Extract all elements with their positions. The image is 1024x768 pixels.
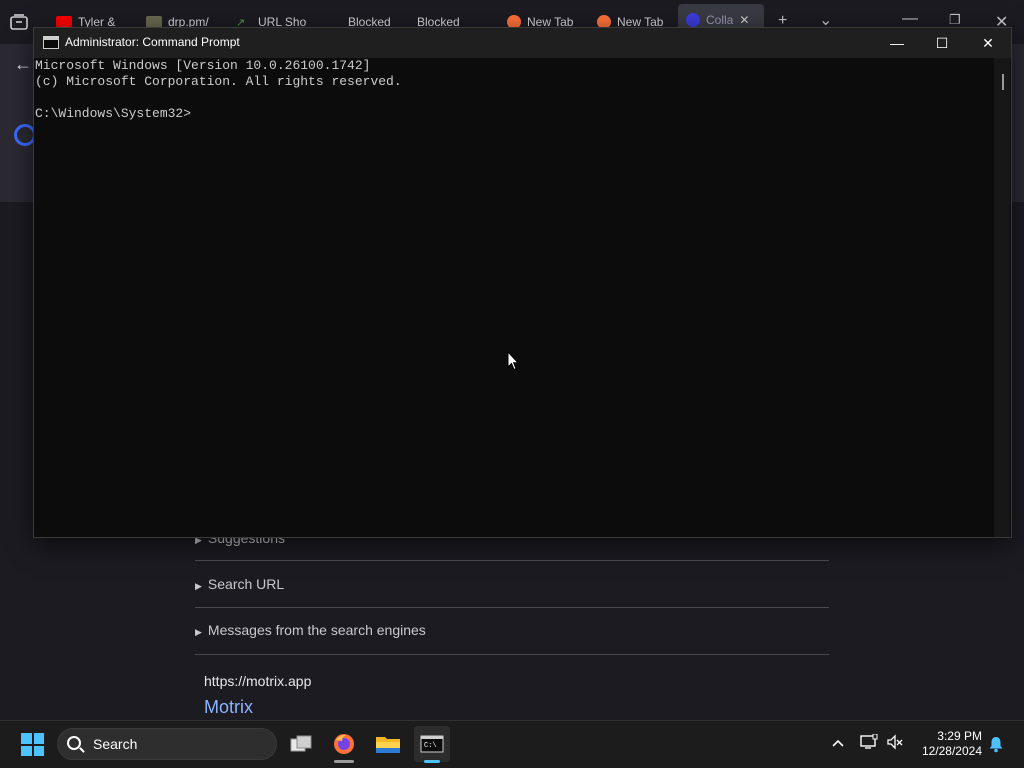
tab-overview-icon[interactable]: [10, 14, 28, 30]
tray-overflow-chevron-icon[interactable]: [832, 735, 844, 751]
back-arrow-icon[interactable]: ←: [14, 54, 32, 75]
section-search-url[interactable]: ▶ Search URL: [195, 576, 829, 608]
section-search-engine-messages[interactable]: ▶ Messages from the search engines: [195, 622, 829, 655]
cmd-window-title: Administrator: Command Prompt: [65, 35, 240, 49]
search-icon: [67, 736, 81, 750]
cmd-scrollbar-thumb[interactable]: [1002, 74, 1004, 90]
system-clock[interactable]: 3:29 PM 12/28/2024: [912, 729, 982, 759]
volume-muted-icon[interactable]: [886, 734, 904, 753]
cmd-minimize-button[interactable]: —: [874, 28, 920, 58]
cmd-scrollbar[interactable]: [994, 58, 1010, 537]
cmd-console-output[interactable]: Microsoft Windows [Version 10.0.26100.17…: [35, 58, 995, 537]
network-icon[interactable]: [860, 733, 878, 753]
task-view-icon[interactable]: [283, 726, 319, 762]
firefox-taskbar-icon[interactable]: [326, 726, 362, 762]
cmd-close-button[interactable]: ✕: [965, 28, 1011, 58]
command-prompt-taskbar-icon[interactable]: C:\: [414, 726, 450, 762]
expand-triangle-icon: ▶: [195, 581, 202, 591]
result-url: https://motrix.app: [204, 673, 312, 689]
cmd-title-bar[interactable]: Administrator: Command Prompt — ☐ ✕: [34, 28, 1011, 58]
command-prompt-window[interactable]: Administrator: Command Prompt — ☐ ✕ Micr…: [33, 27, 1012, 538]
mouse-pointer-icon: [507, 350, 520, 371]
cmd-app-icon[interactable]: [43, 36, 59, 49]
console-prompt: C:\Windows\System32>: [35, 106, 192, 121]
taskbar-search-box[interactable]: [57, 728, 277, 760]
browser-minimize-button[interactable]: —: [902, 10, 918, 28]
result-title-link[interactable]: Motrix: [204, 697, 253, 718]
notification-bell-icon[interactable]: [988, 735, 1004, 756]
svg-text:C:\: C:\: [424, 742, 437, 750]
browser-restore-button[interactable]: ❐: [949, 12, 961, 28]
file-explorer-icon[interactable]: [370, 726, 406, 762]
console-line: Microsoft Windows [Version 10.0.26100.17…: [35, 58, 371, 73]
expand-triangle-icon: ▶: [195, 627, 202, 637]
windows-start-icon[interactable]: [21, 733, 44, 756]
taskbar-search-placeholder: Search: [93, 736, 138, 752]
active-app-indicator: [424, 760, 440, 763]
cmd-maximize-button[interactable]: ☐: [919, 28, 965, 58]
running-indicator: [334, 760, 354, 763]
clock-time: 3:29 PM: [937, 729, 982, 743]
site-favicon-icon: [686, 13, 700, 27]
close-tab-icon[interactable]: ✕: [739, 13, 749, 27]
clock-date: 12/28/2024: [921, 744, 982, 758]
console-line: (c) Microsoft Corporation. All rights re…: [35, 74, 402, 89]
